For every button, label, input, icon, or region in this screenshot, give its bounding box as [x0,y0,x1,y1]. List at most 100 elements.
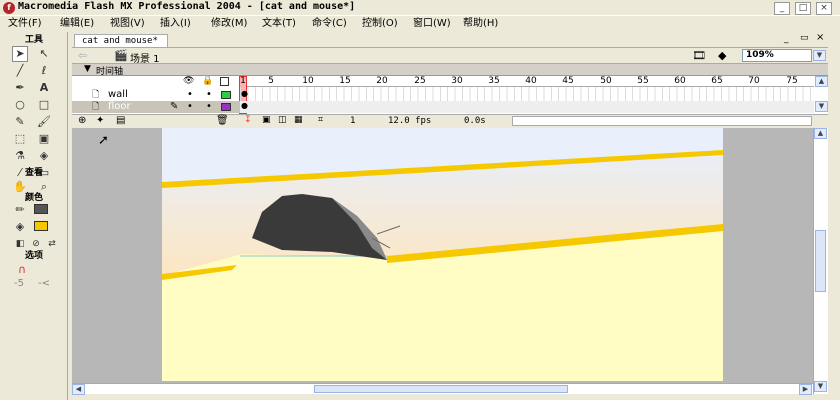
rectangle-tool-icon[interactable]: □ [36,97,52,113]
timeline-toggle-icon[interactable]: ▼ [84,64,91,74]
frame-number: 35 [488,76,500,86]
menu-modify[interactable]: 修改(M) [211,16,247,31]
frame-number: 1 [240,76,246,86]
layer-name[interactable]: wall [108,89,128,101]
stage[interactable] [162,128,723,381]
stroke-color-swatch[interactable] [34,204,48,214]
edit-multiple-icon[interactable]: ▦ [294,115,303,125]
text-tool-icon[interactable]: A [36,80,52,96]
hscroll-right-icon[interactable]: ▶ [799,384,812,395]
edit-scene-icon[interactable]: 🎞 [692,49,706,62]
tools-panel: 工具 ➤ ↖ ╱ ℓ ✒ A ○ □ ✎ 🖌 ⬚ ▣ ⚗ ◈ ⁄ ▭ 查看 ✋ … [0,32,68,400]
frame-number: 5 [268,76,274,86]
stroke-color-icon[interactable]: ✏ [12,202,28,218]
lasso-tool-icon[interactable]: ℓ [36,63,52,79]
minimize-button[interactable]: _ [774,2,790,15]
stage-hscroll[interactable]: ◀ ▶ [72,383,813,395]
layer-lock-dot[interactable]: • [206,101,212,113]
menu-view[interactable]: 视图(V) [110,16,145,31]
flash-logo-icon: f [3,2,15,14]
eye-column-icon[interactable]: 👁 [183,76,194,86]
paint-bucket-tool-icon[interactable]: ◈ [36,148,52,164]
layer-visible-dot[interactable]: • [187,101,193,113]
layer-row-floor[interactable]: 🗋 floor ✎ • • [72,101,240,113]
menu-help[interactable]: 帮助(H) [463,16,498,31]
oval-tool-icon[interactable]: ○ [12,97,28,113]
onion-markers-icon[interactable]: ⌗ [318,115,323,125]
add-folder-icon[interactable]: ▤ [116,115,125,126]
vscroll-down-icon[interactable]: ▼ [814,381,827,392]
timeline-hscroll[interactable] [512,116,812,126]
close-button[interactable]: × [816,2,832,15]
menu-window[interactable]: 窗口(W) [413,16,451,31]
menu-text[interactable]: 文本(T) [262,16,296,31]
hscroll-thumb[interactable] [314,385,568,393]
hscroll-left-icon[interactable]: ◀ [72,384,85,395]
keyframe-dot[interactable]: ● [241,101,248,110]
fill-color-swatch[interactable] [34,221,48,231]
zoom-dropdown-icon[interactable]: ▼ [813,50,826,61]
doc-restore-button[interactable]: ▭ [800,33,809,43]
fill-color-icon[interactable]: ◈ [12,219,28,235]
outline-column-icon[interactable] [220,77,229,86]
doc-minimize-button[interactable]: _ [784,34,789,44]
document-tab[interactable]: cat and mouse* [74,34,168,47]
layer-row-wall[interactable]: 🗋 wall • • [72,89,240,101]
pen-tool-icon[interactable]: ✒ [12,80,28,96]
edit-symbols-icon[interactable]: ◆ [718,49,726,62]
layer-icon: 🗋 [92,102,100,112]
timeline-status-bar: ⊕ ✦ ▤ 🗑 ↧ ▣ ◫ ▦ ⌗ 1 12.0 fps 0.0s [72,114,828,127]
window-title: Macromedia Flash MX Professional 2004 - … [18,1,356,12]
tl-scroll-up-icon[interactable]: ▲ [815,76,828,87]
brush-tool-icon[interactable]: 🖌 [36,114,52,130]
current-frame: 1 [350,116,356,126]
straighten-option-icon[interactable]: -< [38,278,50,289]
vscroll-thumb[interactable] [815,230,826,292]
ink-bottle-tool-icon[interactable]: ⚗ [12,148,28,164]
tl-scroll-down-icon[interactable]: ▼ [815,101,828,112]
lock-column-icon[interactable]: 🔒 [202,76,213,86]
onion-skin-icon[interactable]: ▣ [262,115,271,125]
subselect-tool-icon[interactable]: ↖ [36,46,52,62]
zoom-value: 109% [746,50,774,60]
pencil-tool-icon[interactable]: ✎ [12,114,28,130]
snap-magnet-icon[interactable]: ∩ [14,262,30,278]
center-frame-icon[interactable]: ↧ [244,115,252,125]
onion-outline-icon[interactable]: ◫ [278,115,287,125]
title-bar: f Macromedia Flash MX Professional 2004 … [0,0,840,16]
zoom-select[interactable]: 109% [742,49,812,62]
stage-artwork[interactable] [162,128,723,381]
layer-color-swatch[interactable] [221,91,231,99]
layer-color-swatch[interactable] [221,103,231,111]
cursor-arrow-icon: ➚ [98,133,109,148]
fill-transform-tool-icon[interactable]: ▣ [36,131,52,147]
delete-layer-icon[interactable]: 🗑 [216,115,229,126]
back-arrow-icon[interactable]: ⇦ [78,49,87,62]
maximize-button[interactable]: □ [795,2,811,15]
menu-control[interactable]: 控制(O) [362,16,398,31]
menu-file[interactable]: 文件(F) [8,16,42,31]
frame-number: 30 [451,76,463,86]
menu-commands[interactable]: 命令(C) [312,16,347,31]
layer-name[interactable]: floor [108,101,131,113]
menu-insert[interactable]: 插入(I) [160,16,191,31]
line-tool-icon[interactable]: ╱ [12,63,28,79]
vscroll-up-icon[interactable]: ▲ [814,128,827,139]
smooth-option-icon[interactable]: -5 [14,278,24,289]
free-transform-tool-icon[interactable]: ⬚ [12,131,28,147]
frame-number: 45 [562,76,574,86]
add-guide-icon[interactable]: ✦ [96,115,104,126]
scene-icon: 🎬 [114,49,128,62]
add-layer-icon[interactable]: ⊕ [78,115,86,126]
layer-lock-dot[interactable]: • [206,89,212,101]
layer-visible-dot[interactable]: • [187,89,193,101]
frame-number: 55 [637,76,649,86]
view-section-label: 查看 [24,168,43,178]
doc-close-button[interactable]: × [816,32,824,43]
stage-vscroll[interactable]: ▲ ▼ [813,128,828,394]
tools-header: 工具 [24,35,43,45]
menu-edit[interactable]: 编辑(E) [60,16,94,31]
arrow-tool-icon[interactable]: ➤ [12,46,28,62]
keyframe-dot[interactable]: ● [241,89,248,98]
selected-layer-frames[interactable] [240,101,814,113]
